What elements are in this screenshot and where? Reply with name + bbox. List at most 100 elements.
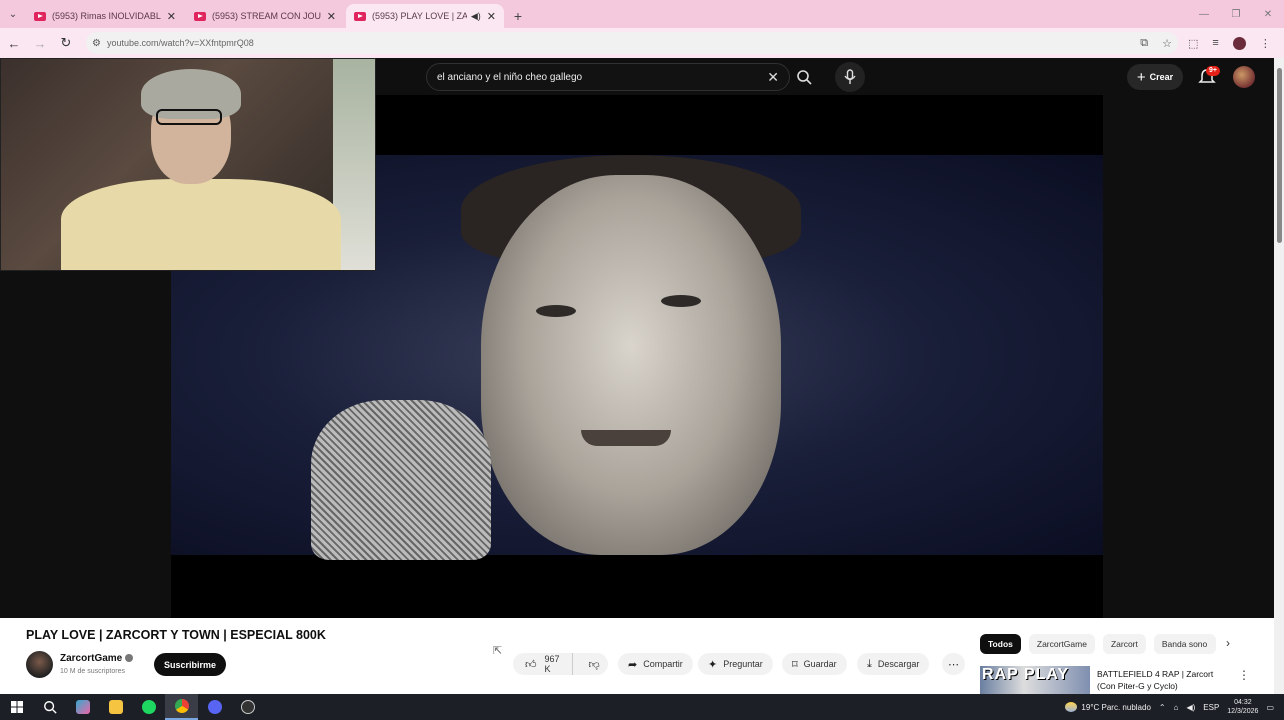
create-button[interactable]: + Crear: [1127, 64, 1183, 90]
search-icon[interactable]: [33, 694, 66, 720]
tab-search-icon[interactable]: ⌄: [0, 0, 26, 28]
like-button[interactable]: 👍︎ 967 K: [513, 653, 573, 675]
subscriber-count: 10 M de suscriptores: [60, 668, 125, 675]
obs-icon[interactable]: [231, 694, 264, 720]
weather-text: 19°C Parc. nublado: [1081, 702, 1151, 712]
clear-search-icon[interactable]: ✕: [767, 69, 779, 86]
channel-name[interactable]: ZarcortGame: [60, 653, 134, 664]
account-avatar[interactable]: [1233, 66, 1255, 88]
close-tab-icon[interactable]: ✕: [487, 10, 496, 23]
media-controls-icon[interactable]: ≡: [1212, 37, 1218, 49]
chevron-right-icon[interactable]: ›: [1226, 636, 1230, 650]
chip-banda-sonora[interactable]: Banda sono: [1153, 634, 1216, 654]
search-icon[interactable]: [790, 63, 818, 91]
tab-1[interactable]: (5953) Rimas INOLVIDABLES qu ✕: [26, 4, 184, 28]
file-explorer-icon[interactable]: [99, 694, 132, 720]
close-tab-icon[interactable]: ✕: [327, 10, 336, 23]
share-button[interactable]: ➦ Compartir: [618, 653, 693, 675]
notification-badge: 9+: [1206, 66, 1220, 76]
spotify-icon[interactable]: [132, 694, 165, 720]
video-face: [481, 175, 781, 555]
recommendation-chips: Todos ZarcortGame Zarcort Banda sono: [980, 634, 1216, 654]
channel-name-text[interactable]: ZarcortGame: [60, 653, 122, 664]
site-info-icon[interactable]: ⚙: [92, 38, 101, 49]
page-scrollbar[interactable]: [1274, 58, 1284, 694]
scrollbar-thumb[interactable]: [1277, 68, 1282, 243]
install-app-icon[interactable]: ⧉: [1140, 37, 1148, 50]
clock[interactable]: 04:32 12/3/2026: [1227, 698, 1258, 716]
extensions-icon[interactable]: ⬚: [1188, 37, 1198, 50]
chip-todos[interactable]: Todos: [980, 634, 1021, 654]
recommended-thumbnail[interactable]: RAP PLAY: [980, 666, 1090, 694]
thumbs-up-icon: 👍︎: [525, 658, 537, 671]
dislike-button[interactable]: 👎︎: [579, 658, 610, 671]
weather-widget[interactable]: 19°C Parc. nublado: [1065, 702, 1151, 712]
close-window-icon[interactable]: ✕: [1252, 0, 1284, 28]
url-text[interactable]: youtube.com/watch?v=XXfntpmrQ08: [107, 38, 254, 48]
volume-icon[interactable]: ◀): [1186, 703, 1195, 712]
save-button[interactable]: ⌑ Guardar: [782, 653, 847, 675]
subscribe-button[interactable]: Suscribirme: [154, 653, 226, 676]
bookmark-icon: ⌑: [792, 658, 798, 671]
sparkle-icon: ✦: [708, 658, 718, 671]
chip-zarcortgame[interactable]: ZarcortGame: [1028, 634, 1095, 654]
weather-icon: [1065, 702, 1078, 712]
back-icon[interactable]: ←: [2, 31, 26, 55]
download-label: Descargar: [877, 659, 920, 669]
chip-zarcort[interactable]: Zarcort: [1102, 634, 1146, 654]
thumbs-down-icon: 👎︎: [588, 658, 600, 671]
search-value[interactable]: el anciano y el niño cheo gallego: [437, 72, 767, 83]
bookmark-star-icon[interactable]: ☆: [1162, 37, 1172, 50]
recommended-title[interactable]: BATTLEFIELD 4 RAP | Zarcort (Con Piter-G…: [1097, 668, 1227, 692]
network-icon[interactable]: ⌂: [1174, 703, 1179, 712]
tab-title: (5953) STREAM CON JOULES Y: [212, 11, 321, 21]
tab-title: (5953) Rimas INOLVIDABLES qu: [52, 11, 161, 21]
download-button[interactable]: ⤓ Descargar: [857, 653, 930, 675]
profile-avatar[interactable]: [1232, 36, 1246, 50]
share-label: Compartir: [643, 659, 683, 669]
notifications-icon[interactable]: ▭: [1266, 703, 1274, 712]
tab-2[interactable]: (5953) STREAM CON JOULES Y ✕: [186, 4, 344, 28]
webcam-glasses: [156, 109, 222, 125]
share-icon: ➦: [628, 658, 638, 671]
video-eye: [536, 305, 576, 317]
tab-title: (5953) PLAY LOVE | ZARCO: [372, 11, 467, 21]
tab-3[interactable]: (5953) PLAY LOVE | ZARCO ◀) ✕: [346, 4, 504, 28]
new-tab-button[interactable]: +: [506, 4, 530, 28]
forward-icon[interactable]: →: [28, 31, 52, 55]
windows-start-icon[interactable]: [0, 694, 33, 720]
save-label: Guardar: [803, 659, 837, 669]
verified-icon: [125, 654, 134, 663]
video-title: PLAY LOVE | ZARCORT Y TOWN | ESPECIAL 80…: [26, 628, 326, 642]
system-tray: 19°C Parc. nublado ⌃ ⌂ ◀) ESP 04:32 12/3…: [1065, 694, 1284, 720]
menu-icon[interactable]: ⋮: [1260, 37, 1271, 50]
youtube-favicon-icon: [194, 11, 206, 21]
ask-button[interactable]: ✦ Preguntar: [698, 653, 773, 675]
clock-time: 04:32: [1234, 699, 1252, 706]
video-mouth: [581, 430, 671, 446]
search-input[interactable]: el anciano y el niño cheo gallego ✕: [426, 63, 790, 91]
speaker-icon[interactable]: ◀): [471, 11, 481, 22]
create-label: Crear: [1149, 72, 1174, 82]
maximize-icon[interactable]: ❐: [1220, 0, 1252, 28]
like-count: 967 K: [544, 654, 560, 674]
download-icon: ⤓: [867, 657, 872, 670]
reload-icon[interactable]: ↻: [54, 31, 78, 55]
channel-avatar[interactable]: [26, 651, 53, 678]
windows-taskbar: 19°C Parc. nublado ⌃ ⌂ ◀) ESP 04:32 12/3…: [0, 694, 1284, 720]
omnibox[interactable]: ⚙ youtube.com/watch?v=XXfntpmrQ08 ⧉ ☆: [86, 32, 1178, 54]
voice-search-icon[interactable]: [835, 62, 865, 92]
mouse-cursor-icon: ⇱: [493, 645, 503, 657]
discord-icon[interactable]: [198, 694, 231, 720]
more-vertical-icon[interactable]: ⋮: [1238, 668, 1250, 682]
copilot-icon[interactable]: [66, 694, 99, 720]
language-indicator[interactable]: ESP: [1203, 703, 1219, 712]
close-tab-icon[interactable]: ✕: [167, 10, 176, 23]
chrome-icon[interactable]: [165, 694, 198, 720]
more-actions-button[interactable]: ⋯: [942, 653, 965, 675]
address-bar: ← → ↻ ⚙ youtube.com/watch?v=XXfntpmrQ08 …: [0, 28, 1284, 58]
plus-icon: +: [1136, 68, 1146, 86]
minimize-icon[interactable]: —: [1188, 0, 1220, 28]
window-controls: — ❐ ✕: [1188, 0, 1284, 28]
tray-chevron-icon[interactable]: ⌃: [1159, 703, 1166, 712]
